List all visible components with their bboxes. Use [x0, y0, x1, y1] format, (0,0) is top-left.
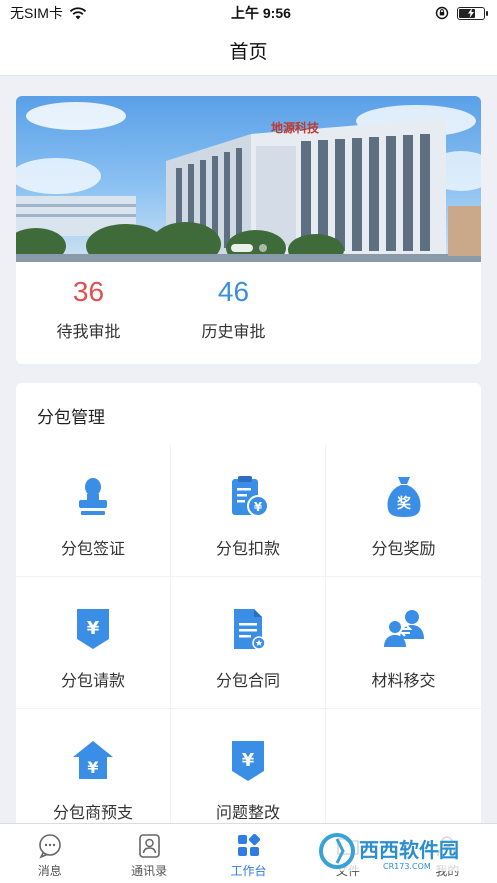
menu-item-subcontract-reward[interactable]: 奖 分包奖励 — [326, 445, 481, 577]
summary-card: 地源科技 36 待我审批 46 历史审批 — [16, 96, 481, 364]
tab-label: 工作台 — [230, 864, 267, 878]
carousel-indicator — [230, 244, 267, 252]
watermark-url: CR173.COM — [383, 862, 431, 871]
menu-item-subcontract-payment-request[interactable]: ¥ 分包请款 — [16, 577, 171, 709]
stat-pending-count: 36 — [72, 276, 105, 307]
status-time: 上午 9:56 — [230, 5, 291, 21]
tab-workbench[interactable]: 工作台 — [199, 824, 298, 883]
menu-item-label: 分包请款 — [60, 673, 125, 690]
menu-item-label: 分包扣款 — [215, 541, 280, 558]
chat-bubble-icon — [38, 834, 61, 859]
yen-down-icon: ¥ — [232, 741, 264, 781]
tab-label: 消息 — [37, 864, 62, 878]
menu-item-label: 分包签证 — [60, 541, 125, 558]
stat-pending-label: 待我审批 — [56, 324, 121, 341]
banner-carousel[interactable]: 地源科技 — [16, 96, 481, 262]
page-title: 首页 — [229, 42, 268, 63]
clipboard-yen-icon: ¥ — [232, 476, 269, 517]
section-title: 分包管理 — [37, 408, 105, 427]
menu-item-label: 分包奖励 — [371, 541, 436, 558]
grid-apps-icon — [237, 833, 260, 856]
nav-bar: 首页 — [0, 26, 497, 76]
menu-item-material-transfer[interactable]: 材料移交 — [326, 577, 481, 709]
contacts-icon — [139, 834, 160, 858]
menu-item-subcontract-contract[interactable]: 分包合同 — [171, 577, 326, 709]
status-right — [435, 6, 488, 20]
money-bag-icon: 奖 — [387, 477, 420, 517]
menu-item-label: 问题整改 — [215, 805, 280, 822]
status-left: 无SIM卡 — [10, 3, 87, 23]
menu-grid: 分包签证 ¥ 分包扣款 奖 分包奖励 ¥ 分包请款 分包合同 材料移交 ¥ 分包… — [16, 445, 481, 841]
svg-text:¥: ¥ — [242, 750, 255, 771]
tab-messages[interactable]: 消息 — [0, 824, 99, 883]
approval-stats: 36 待我审批 46 历史审批 — [16, 262, 481, 342]
house-yen-icon: ¥ — [73, 741, 113, 779]
contract-doc-icon — [234, 609, 266, 650]
stat-pending-approval[interactable]: 36 待我审批 — [16, 274, 161, 342]
menu-item-label: 材料移交 — [371, 673, 436, 690]
transfer-users-icon — [383, 610, 424, 647]
tab-contacts[interactable]: 通讯录 — [99, 824, 198, 883]
stat-history-approval[interactable]: 46 历史审批 — [161, 274, 306, 342]
menu-item-subcontract-visa[interactable]: 分包签证 — [16, 445, 171, 577]
charging-bolt-icon — [468, 7, 474, 18]
banner-building-image: 地源科技 — [16, 102, 481, 262]
banner-sign-text: 地源科技 — [271, 120, 320, 135]
watermark-brand: 西西软件园 — [359, 838, 459, 862]
menu-item-label: 分包合同 — [215, 673, 280, 690]
yen-down-icon: ¥ — [77, 609, 109, 649]
svg-text:奖: 奖 — [397, 495, 412, 512]
carousel-dot — [258, 244, 267, 252]
svg-text:¥: ¥ — [87, 618, 100, 639]
menu-item-subcontractor-advance[interactable]: ¥ 分包商预支 — [16, 709, 171, 841]
carrier-label: 无SIM卡 — [10, 5, 63, 21]
stat-history-label: 历史审批 — [201, 324, 266, 341]
tab-label: 通讯录 — [131, 864, 168, 878]
stat-history-count: 46 — [217, 276, 250, 307]
battery-icon — [457, 6, 488, 20]
watermark-logo: 西西软件园 CR173.COM — [313, 831, 483, 871]
menu-item-subcontract-deduction[interactable]: ¥ 分包扣款 — [171, 445, 326, 577]
subcontract-card: 分包管理 分包签证 ¥ 分包扣款 奖 分包奖励 ¥ 分包请款 分包合同 材料移交… — [16, 383, 481, 843]
svg-text:¥: ¥ — [254, 500, 263, 514]
orientation-lock-icon — [435, 6, 449, 20]
svg-text:¥: ¥ — [87, 758, 98, 777]
carousel-dot-active — [230, 244, 253, 252]
menu-item-label: 分包商预支 — [52, 805, 133, 822]
menu-item-issue-rectification[interactable]: ¥ 问题整改 — [171, 709, 326, 841]
status-bar: 无SIM卡 上午 9:56 — [0, 0, 497, 26]
seal-icon — [79, 478, 107, 515]
wifi-icon — [69, 6, 87, 19]
